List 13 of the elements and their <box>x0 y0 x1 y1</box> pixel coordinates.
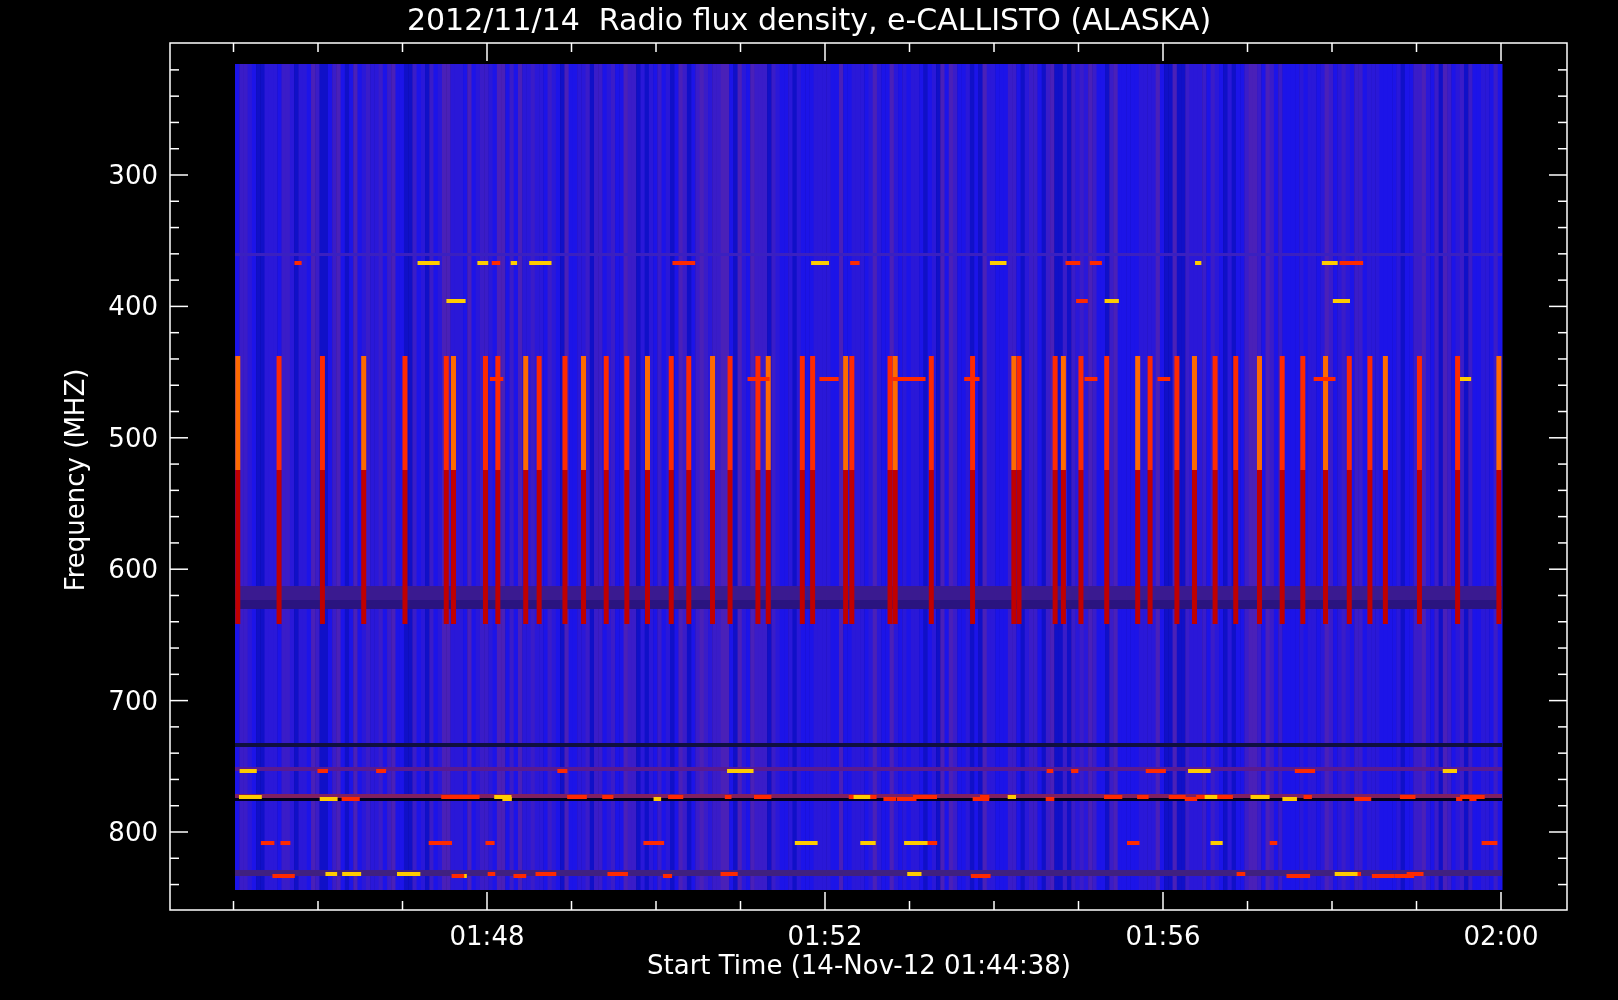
y-tick-label: 700 <box>108 685 158 716</box>
x-tick-label: 01:52 <box>787 921 863 951</box>
y-tick-label: 600 <box>108 554 158 585</box>
y-tick-label: 400 <box>108 291 158 322</box>
x-tick-label: 01:56 <box>1125 921 1201 951</box>
x-tick-label: 02:00 <box>1463 921 1539 951</box>
y-tick-label: 800 <box>108 817 158 847</box>
y-tick-label: 300 <box>108 160 158 190</box>
y-tick-label: 500 <box>108 422 158 453</box>
x-axis-title: Start Time (14-Nov-12 01:44:38) <box>647 952 1071 978</box>
chart-title: 2012/11/14 Radio flux density, e-CALLISTO (ALASKA) <box>406 5 1212 35</box>
y-axis-title: Frequency (MHZ) <box>60 368 90 592</box>
x-tick-label: 01:48 <box>449 921 525 951</box>
